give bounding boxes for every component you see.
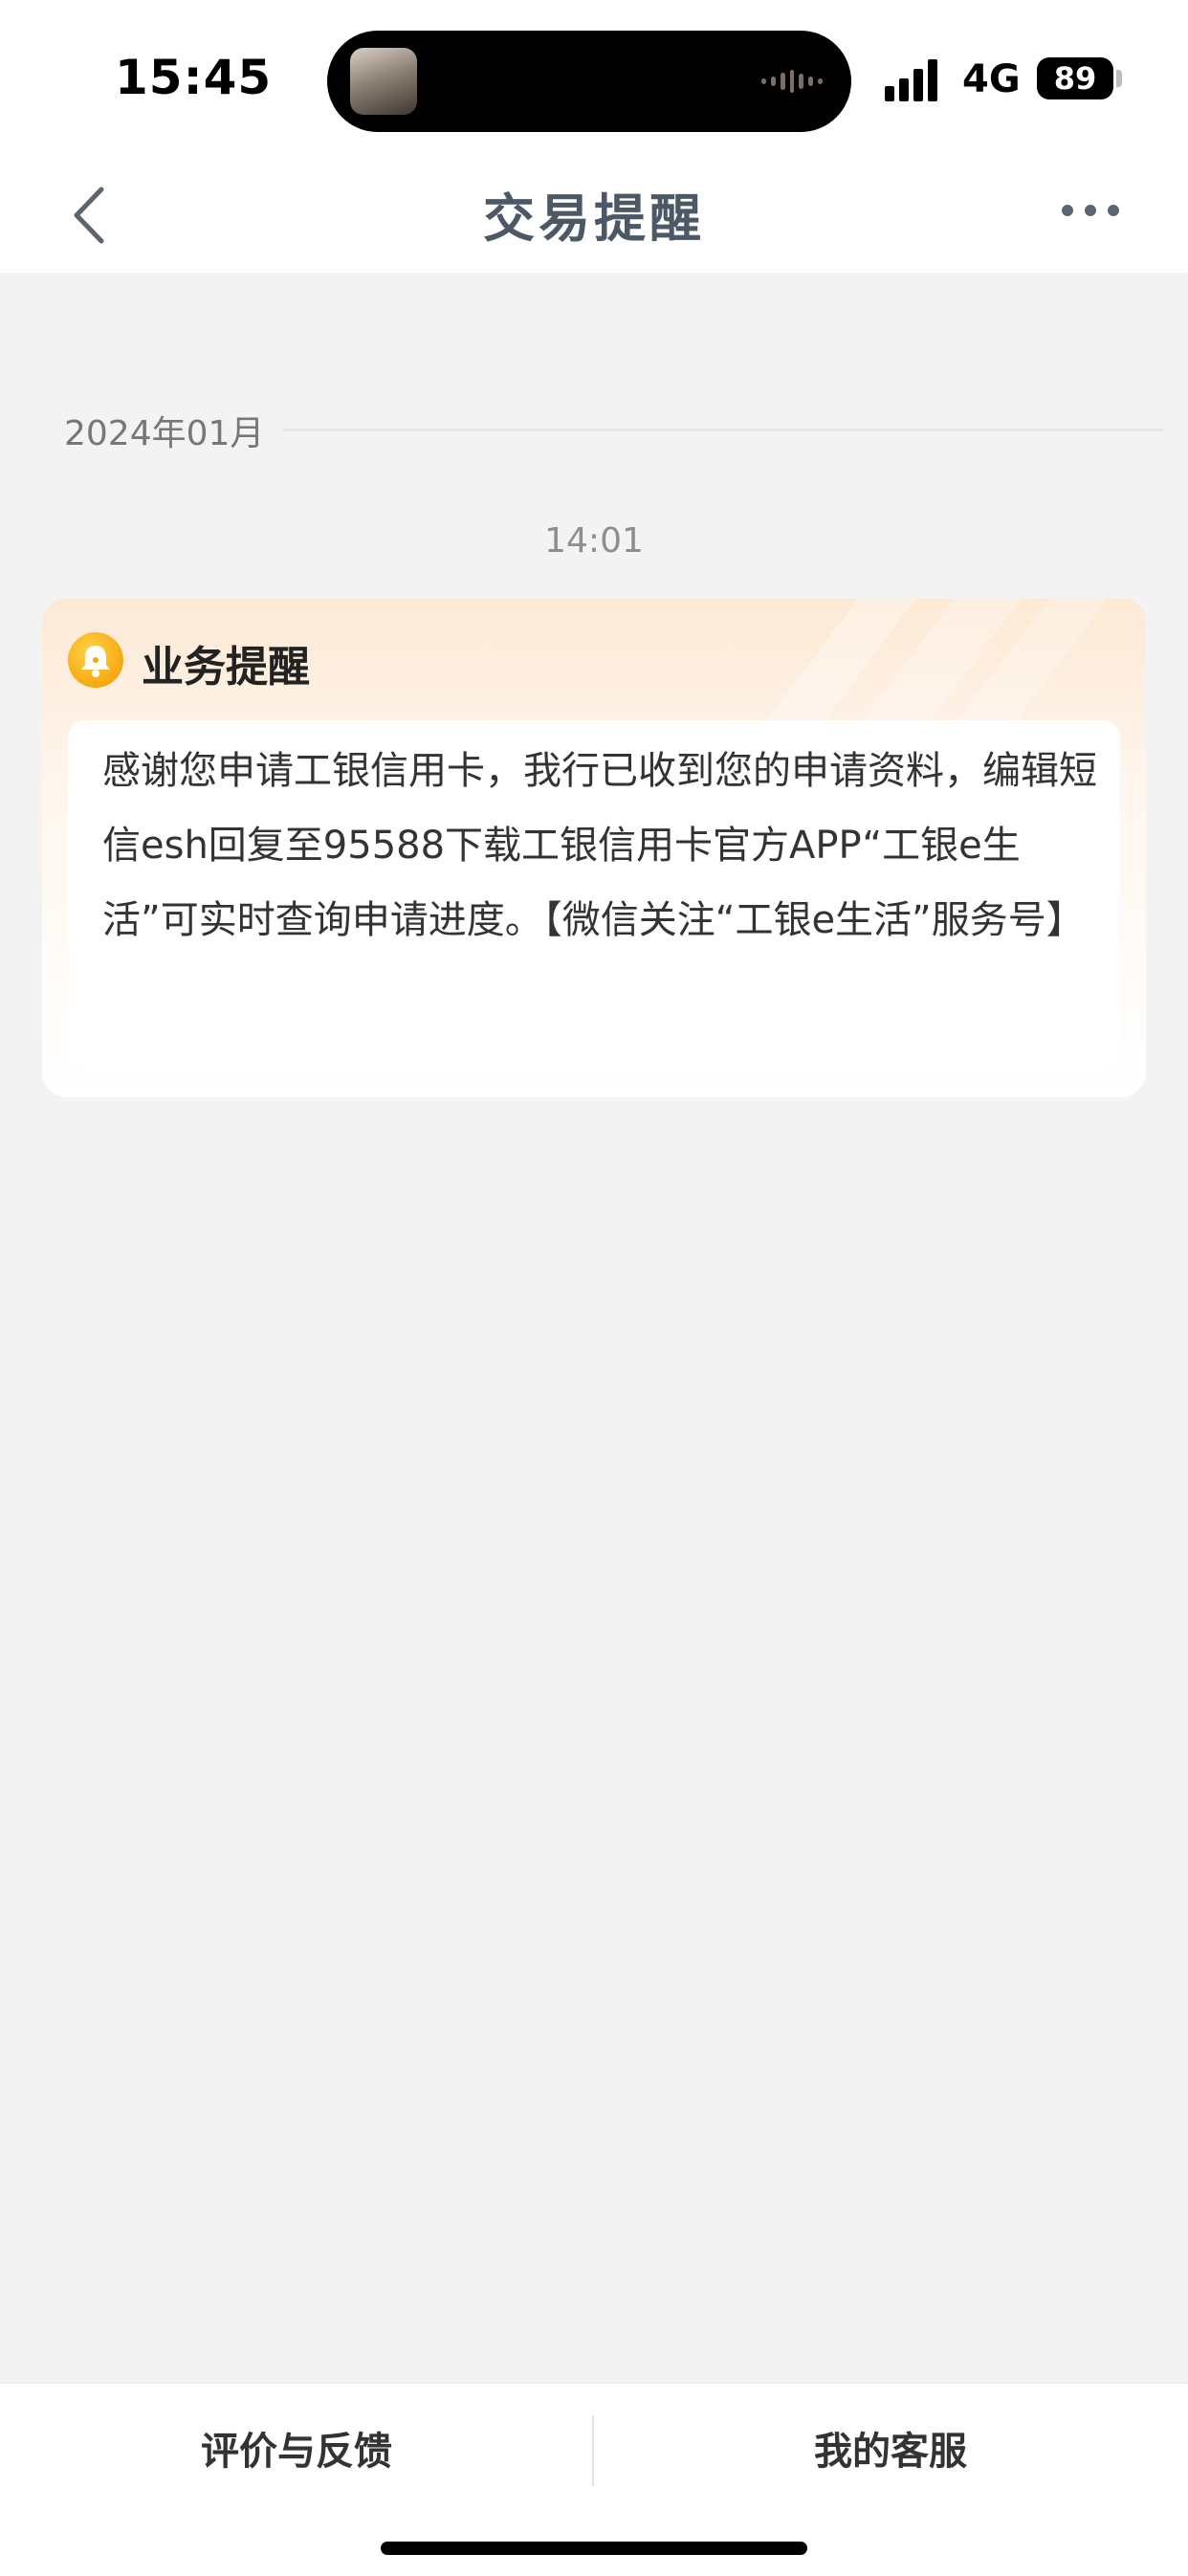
dynamic-island[interactable]	[327, 31, 851, 132]
customer-service-button[interactable]: 我的客服	[594, 2420, 1187, 2476]
home-indicator[interactable]	[381, 2542, 807, 2555]
date-divider: 2024年01月	[64, 414, 265, 453]
audio-wave-icon	[761, 69, 824, 94]
bell-icon	[68, 632, 123, 688]
battery-icon: 89	[1037, 57, 1113, 99]
feedback-button[interactable]: 评价与反馈	[0, 2420, 593, 2476]
battery-tip	[1116, 70, 1122, 87]
now-playing-artwork	[350, 48, 417, 115]
more-dots-icon[interactable]	[1060, 201, 1121, 220]
notification-card[interactable]: 业务提醒 感谢您申请工银信用卡，我行已收到您的申请资料，编辑短信esh回复至95…	[42, 598, 1146, 1097]
page-title: 交易提醒	[483, 188, 705, 249]
network-type: 4G	[962, 57, 1021, 101]
cellular-signal-icon	[885, 57, 946, 101]
card-body: 感谢您申请工银信用卡，我行已收到您的申请资料，编辑短信esh回复至95588下载…	[68, 720, 1120, 1068]
card-message-text: 感谢您申请工银信用卡，我行已收到您的申请资料，编辑短信esh回复至95588下载…	[102, 749, 1097, 942]
card-title: 业务提醒	[142, 643, 310, 692]
message-timestamp: 14:01	[544, 521, 644, 561]
status-time: 15:45	[115, 50, 273, 105]
divider-line	[283, 429, 1163, 431]
